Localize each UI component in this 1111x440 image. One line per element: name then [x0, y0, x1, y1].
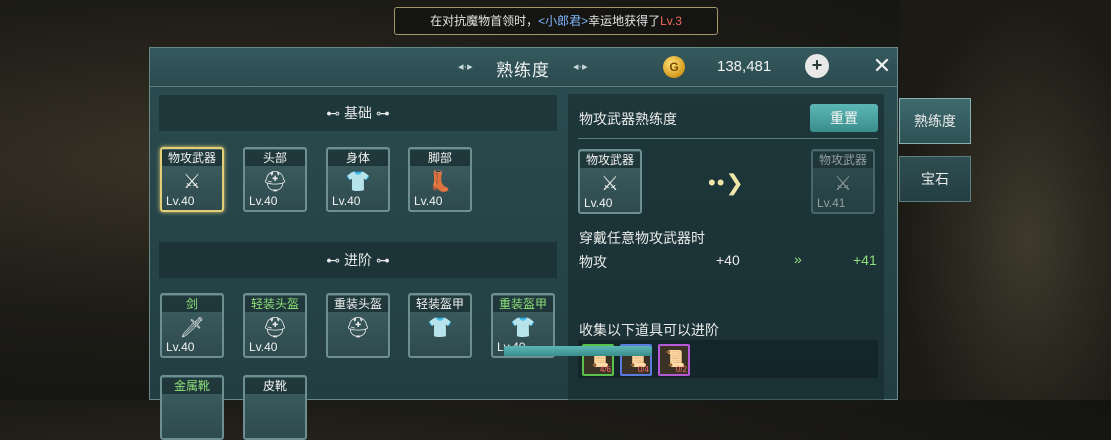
boots-icon: 👢 [427, 171, 453, 193]
item-label: 重装头盔 [328, 296, 388, 312]
system-notice: 在对抗魔物首领时，<小郎君>幸运地获得了Lv.3 [394, 7, 718, 35]
basic-item-body[interactable]: 身体 👕 Lv.40 [326, 147, 390, 212]
panel-titlebar: ◂·▸ 熟练度 ◂·▸ G 138,481 + ✕ [150, 48, 897, 87]
item-level: Lv.40 [249, 194, 278, 208]
gold-coin-icon: G [663, 56, 685, 78]
tab-gem[interactable]: 宝石 [899, 156, 971, 202]
item-level: Lv.40 [414, 194, 443, 208]
item-label: 剑 [162, 296, 222, 312]
stat-arrow-icon: » [794, 251, 802, 267]
sword-icon: 🗡 [179, 317, 205, 339]
item-level: Lv.40 [166, 194, 195, 208]
armor-icon: 👕 [510, 317, 536, 339]
advanced-item-heavy-helmet[interactable]: 重装头盔 ⛑ [326, 293, 390, 358]
axe-icon: ⚔ [601, 173, 619, 195]
item-label: 物攻武器 [580, 152, 640, 168]
axe-icon: ⚔ [183, 171, 201, 193]
armor-icon: 👕 [427, 317, 453, 339]
item-label: 轻装盔甲 [410, 296, 470, 312]
notice-text: 在对抗魔物首领时， [430, 14, 539, 28]
item-label: 重装盔甲 [493, 296, 553, 312]
helmet-icon: ⛑ [262, 171, 288, 193]
stat-current: +40 [716, 252, 740, 268]
item-label: 金属靴 [162, 378, 222, 394]
player-name: <小郎君> [538, 14, 589, 28]
panel-title: 熟练度 [496, 61, 550, 80]
item-label: 身体 [328, 150, 388, 166]
item-label: 脚部 [410, 150, 470, 166]
collect-title: 收集以下道具可以进阶 [579, 322, 719, 338]
item-label: 皮靴 [245, 378, 305, 394]
basic-item-feet[interactable]: 脚部 👢 Lv.40 [408, 147, 472, 212]
detail-title: 物攻武器熟练度 [579, 111, 677, 127]
notice-item-level: Lv.3 [660, 14, 682, 28]
axe-icon: ⚔ [834, 173, 852, 195]
material-slot[interactable]: 📜 0/2 [658, 344, 690, 376]
item-level: Lv.40 [249, 340, 278, 354]
title-deco-right-icon: ◂·▸ [573, 61, 588, 73]
material-qty: 0/2 [675, 365, 687, 374]
stat-next: +41 [853, 252, 877, 268]
gold-amount: 138,481 [717, 58, 772, 75]
material-qty: 0/4 [637, 365, 649, 374]
item-label: 物攻武器 [162, 150, 222, 166]
item-level: Lv.40 [166, 340, 195, 354]
upgrade-arrow-icon: ••❯ [708, 170, 745, 195]
armor-icon: 👕 [345, 171, 371, 193]
item-level: Lv.40 [332, 194, 361, 208]
section-advanced-header: ⊷ 进阶 ⊶ [159, 242, 557, 278]
advanced-item-light-helmet[interactable]: 轻装头盔 ⛑ Lv.40 [243, 293, 307, 358]
item-level: Lv.40 [584, 196, 613, 210]
section-basic-header: ⊷ 基础 ⊶ [159, 95, 557, 131]
advanced-item-leather-boots[interactable]: 皮靴 [243, 375, 307, 440]
helmet-icon: ⛑ [345, 317, 371, 339]
item-label: 头部 [245, 150, 305, 166]
reset-button[interactable]: 重置 [810, 104, 878, 132]
advanced-item-sword[interactable]: 剑 🗡 Lv.40 [160, 293, 224, 358]
current-level-item: 物攻武器 ⚔ Lv.40 [578, 149, 642, 214]
item-label: 物攻武器 [813, 152, 873, 168]
basic-item-head[interactable]: 头部 ⛑ Lv.40 [243, 147, 307, 212]
close-button[interactable]: ✕ [870, 54, 894, 78]
material-qty: 4/6 [599, 365, 611, 374]
advanced-item-light-armor[interactable]: 轻装盔甲 👕 [408, 293, 472, 358]
advanced-item-metal-boots[interactable]: 金属靴 [160, 375, 224, 440]
item-label: 轻装头盔 [245, 296, 305, 312]
add-gold-button[interactable]: + [805, 54, 829, 78]
next-level-item: 物攻武器 ⚔ Lv.41 [811, 149, 875, 214]
divider [578, 138, 878, 139]
basic-item-weapon[interactable]: 物攻武器 ⚔ Lv.40 [160, 147, 224, 212]
tab-proficiency[interactable]: 熟练度 [899, 98, 971, 144]
advance-button[interactable] [504, 346, 652, 356]
helmet-icon: ⛑ [262, 317, 288, 339]
title-deco-left-icon: ◂·▸ [458, 61, 473, 73]
item-level: Lv.41 [817, 196, 846, 210]
notice-text-middle: 幸运地获得了 [588, 14, 661, 28]
stat-name: 物攻 [579, 254, 607, 270]
condition-text: 穿戴任意物攻武器时 [579, 230, 705, 246]
